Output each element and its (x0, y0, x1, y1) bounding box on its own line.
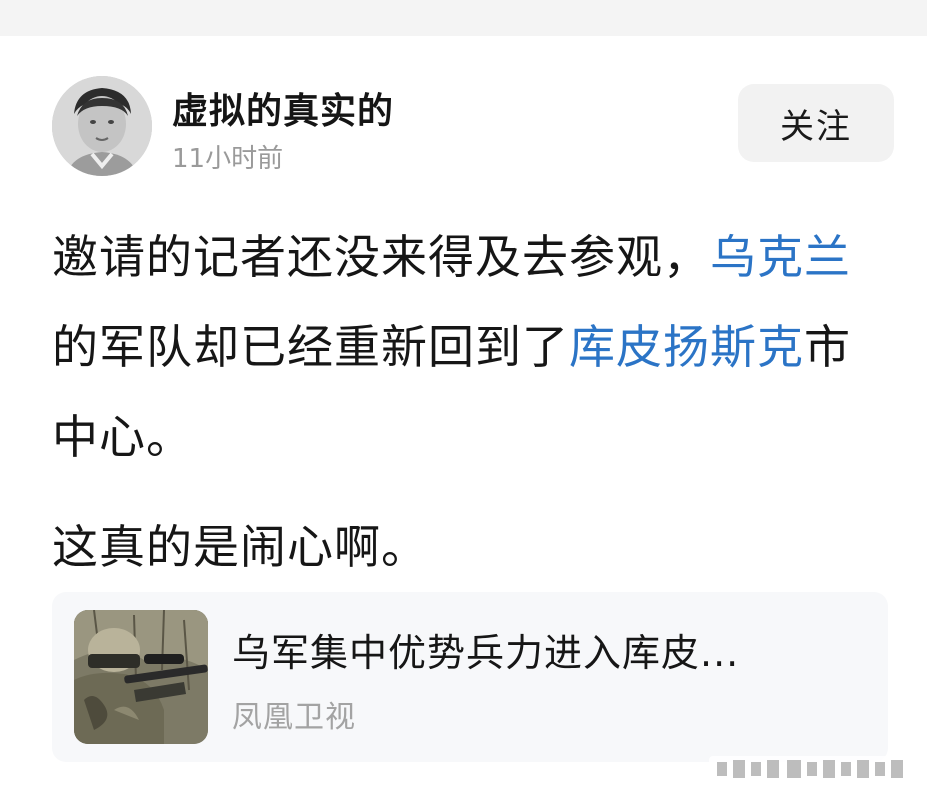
follow-button[interactable]: 关注 (738, 84, 894, 162)
post-paragraph-1: 邀请的记者还没来得及去参观，乌克兰的军队却已经重新回到了库皮扬斯克市中心。 (52, 212, 892, 482)
topic-link-kupiansk[interactable]: 库皮扬斯克 (569, 320, 804, 374)
watermark-logo (709, 754, 909, 784)
post-text: 邀请的记者还没来得及去参观， (52, 230, 710, 284)
news-title: 乌军集中优势兵力进入库皮... (232, 631, 740, 675)
soldier-photo-icon (74, 610, 208, 744)
avatar-photo-icon (52, 76, 152, 176)
author-avatar[interactable] (52, 76, 152, 176)
post-text: 的军队却已经重新回到了 (52, 320, 569, 374)
topic-link-ukraine[interactable]: 乌克兰 (710, 230, 851, 284)
post-time: 11小时前 (172, 144, 284, 174)
post-paragraph-2: 这真的是闹心啊。 (52, 520, 428, 574)
post-body: 邀请的记者还没来得及去参观，乌克兰的军队却已经重新回到了库皮扬斯克市中心。 这真… (52, 212, 892, 592)
author-name[interactable]: 虚拟的真实的 (172, 82, 394, 134)
news-source: 凤凰卫视 (232, 700, 356, 735)
news-link-card[interactable]: 乌军集中优势兵力进入库皮... 凤凰卫视 (52, 592, 888, 762)
top-strip (0, 0, 927, 36)
watermark-glyph-icon (709, 756, 909, 782)
news-thumbnail (74, 610, 208, 744)
post-header: 虚拟的真实的 11小时前 关注 (52, 76, 894, 176)
